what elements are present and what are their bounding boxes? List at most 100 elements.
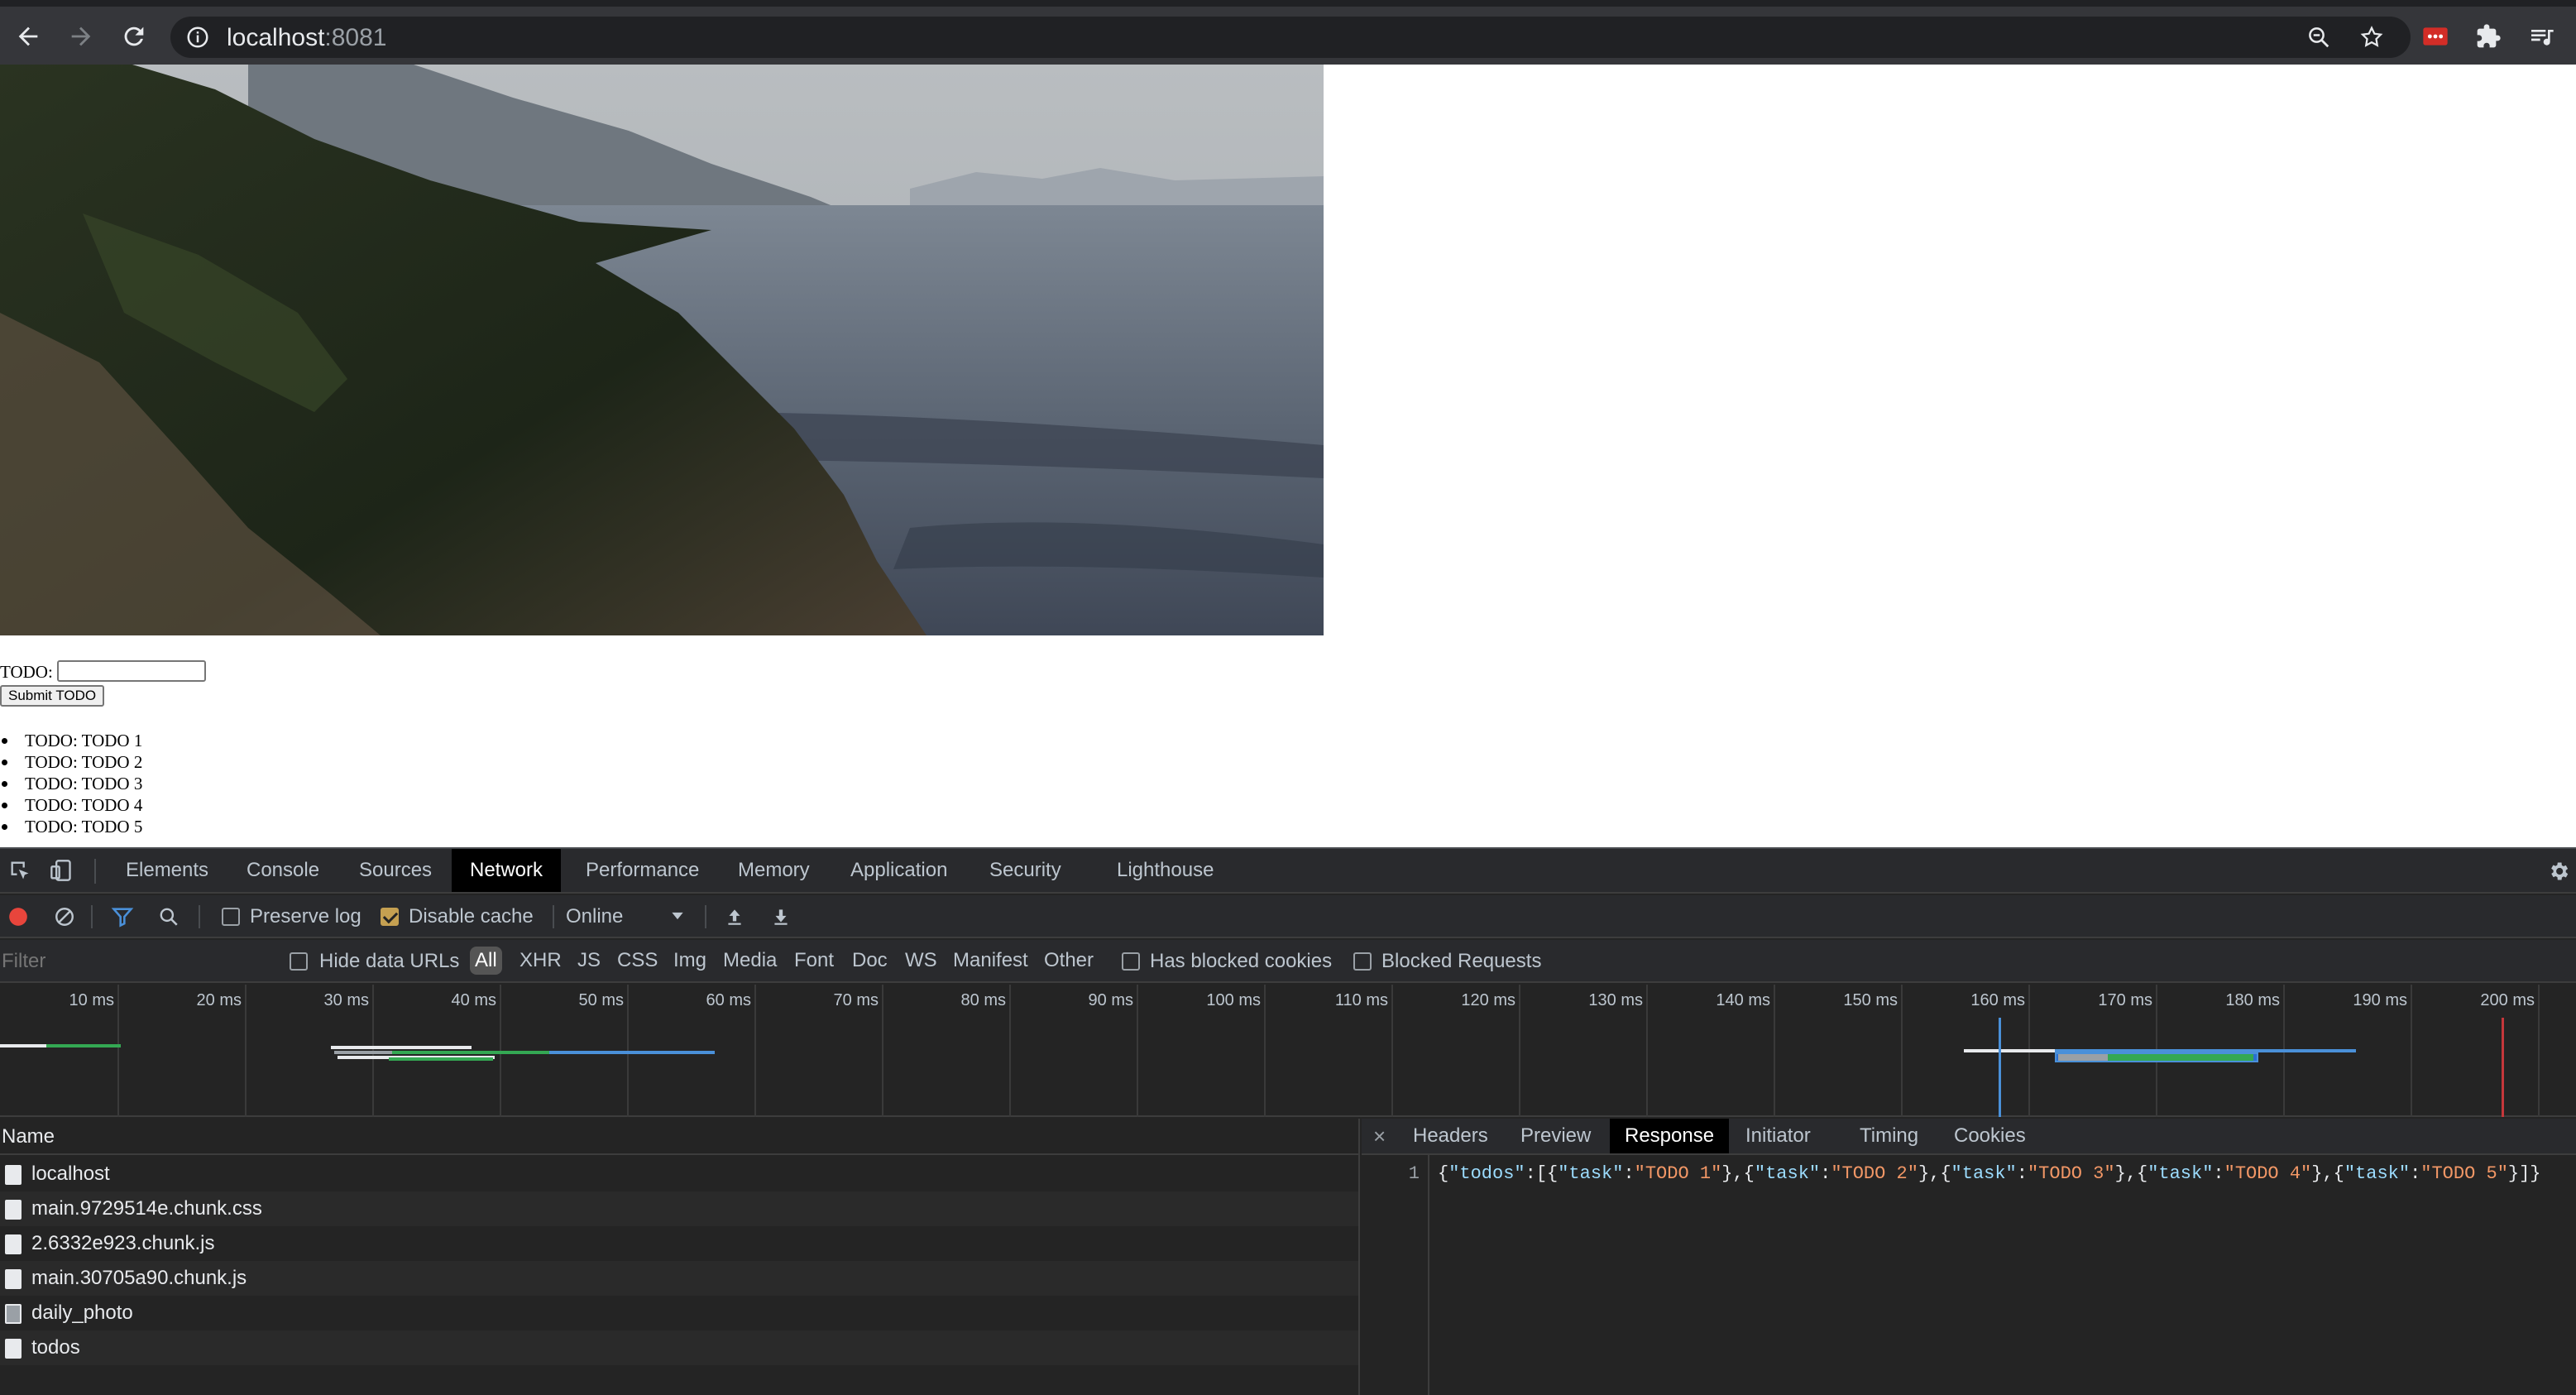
info-icon[interactable] [185,25,210,50]
request-row-vendor-js[interactable]: 2.6332e923.chunk.js [0,1226,1358,1261]
tick-label: 140 ms [1716,991,1770,1009]
name-column-header[interactable]: Name [0,1119,1358,1155]
todo-item: TODO: TODO 3 [0,773,142,794]
tick-label: 170 ms [2098,991,2152,1009]
filter-type-js[interactable]: JS [572,947,606,975]
daily-photo-image [0,65,1324,635]
preserve-log-label: Preserve log [250,905,362,928]
tab-console[interactable]: Console [228,849,338,892]
close-icon[interactable]: × [1373,1119,1386,1153]
extensions-button[interactable] [2472,20,2505,53]
filter-type-img[interactable]: Img [668,947,711,975]
has-blocked-cookies-checkbox[interactable] [1122,952,1140,971]
devtools-settings-button[interactable] [2546,859,2571,884]
tab-lighthouse[interactable]: Lighthouse [1099,849,1232,892]
request-list: Name localhost main.9729514e.chunk.css 2… [0,1119,1360,1395]
device-toolbar-button[interactable] [48,857,74,884]
tick-label: 20 ms [196,991,242,1009]
timeline-bar [331,1046,472,1049]
filter-type-media[interactable]: Media [718,947,782,975]
hide-data-urls-checkbox[interactable] [290,952,308,971]
tab-security[interactable]: Security [971,849,1080,892]
todo-item: TODO: TODO 5 [0,816,142,837]
filter-type-ws[interactable]: WS [900,947,942,975]
tab-memory[interactable]: Memory [720,849,828,892]
reload-button[interactable] [116,18,152,55]
tick-label: 190 ms [2353,991,2407,1009]
page-viewport: TODO: Submit TODO TODO: TODO 1 TODO: TOD… [0,65,2576,847]
filter-type-font[interactable]: Font [789,947,839,975]
filter-type-css[interactable]: CSS [612,947,663,975]
back-button[interactable] [10,18,46,55]
detail-tab-response[interactable]: Response [1610,1119,1730,1153]
detail-tab-cookies[interactable]: Cookies [1939,1119,2041,1153]
hide-data-urls-label: Hide data URLs [319,950,460,972]
todo-item: TODO: TODO 4 [0,794,142,816]
clear-icon [55,908,74,926]
search-button[interactable] [157,905,180,928]
bookmark-star-icon[interactable] [2359,25,2384,50]
tick-label: 80 ms [960,991,1006,1009]
request-detail-panel: × Headers Preview Response Initiator Tim… [1362,1119,2576,1395]
filter-type-doc[interactable]: Doc [847,947,893,975]
document-icon [5,1234,22,1254]
chevron-down-icon[interactable] [668,907,687,925]
detail-tab-initiator[interactable]: Initiator [1731,1119,1826,1153]
tick-label: 70 ms [833,991,879,1009]
filter-type-manifest[interactable]: Manifest [948,947,1033,975]
submit-todo-button[interactable]: Submit TODO [0,685,105,707]
zoom-icon[interactable] [2306,25,2331,50]
address-bar[interactable]: localhost:8081 [170,17,2411,58]
document-icon [5,1269,22,1289]
blocked-requests-label: Blocked Requests [1381,950,1542,972]
detail-tab-timing[interactable]: Timing [1845,1119,1933,1153]
network-overview-timeline[interactable]: 10 ms 20 ms 30 ms 40 ms 50 ms 60 ms 70 m… [0,985,2576,1117]
import-har-button[interactable] [723,905,746,928]
throttling-select[interactable]: Online [566,895,623,938]
filter-input[interactable] [2,947,266,976]
tab-elements[interactable]: Elements [108,849,227,892]
network-toolbar: Preserve log Disable cache Online [0,895,2576,938]
has-blocked-cookies-label: Has blocked cookies [1150,950,1333,972]
filter-toggle-button[interactable] [111,905,134,928]
request-row-todos[interactable]: todos [0,1330,1358,1365]
forward-button[interactable] [63,18,99,55]
inspect-element-button[interactable] [7,857,33,884]
divider [94,859,96,884]
request-row-daily-photo[interactable]: daily_photo [0,1296,1358,1330]
tick-label: 180 ms [2225,991,2280,1009]
todo-label: TODO: [0,662,53,682]
lastpass-icon [2423,27,2448,46]
preserve-log-checkbox[interactable] [222,908,240,926]
export-har-button[interactable] [769,905,792,928]
detail-tab-headers[interactable]: Headers [1398,1119,1503,1153]
response-body[interactable]: {"todos":[{"task":"TODO 1"},{"task":"TOD… [1438,1163,2541,1184]
timeline-bar [2058,1054,2108,1061]
tab-application[interactable]: Application [832,849,965,892]
extension-lastpass-button[interactable] [2419,20,2452,53]
request-row-main-css[interactable]: main.9729514e.chunk.css [0,1191,1358,1226]
disable-cache-checkbox[interactable] [381,908,399,926]
reload-icon [124,26,144,46]
blocked-requests-checkbox[interactable] [1353,952,1372,971]
request-name: localhost [31,1162,110,1185]
filter-type-other[interactable]: Other [1039,947,1099,975]
tab-network[interactable]: Network [452,849,562,892]
timeline-bar [46,1044,121,1047]
todo-input[interactable] [57,660,206,682]
record-button[interactable] [7,905,30,928]
clear-button[interactable] [53,905,76,928]
tick-label: 90 ms [1088,991,1133,1009]
tab-sources[interactable]: Sources [341,849,450,892]
detail-tab-preview[interactable]: Preview [1506,1119,1606,1153]
tab-performance[interactable]: Performance [567,849,717,892]
request-row-localhost[interactable]: localhost [0,1157,1358,1191]
request-name: daily_photo [31,1302,133,1324]
reading-list-button[interactable] [2525,20,2558,53]
filter-type-all[interactable]: All [470,947,502,975]
request-name: main.30705a90.chunk.js [31,1267,247,1289]
request-row-main-js[interactable]: main.30705a90.chunk.js [0,1261,1358,1296]
filter-type-xhr[interactable]: XHR [515,947,567,975]
timeline-bar [2108,1054,2253,1061]
gear-icon [2551,862,2569,880]
